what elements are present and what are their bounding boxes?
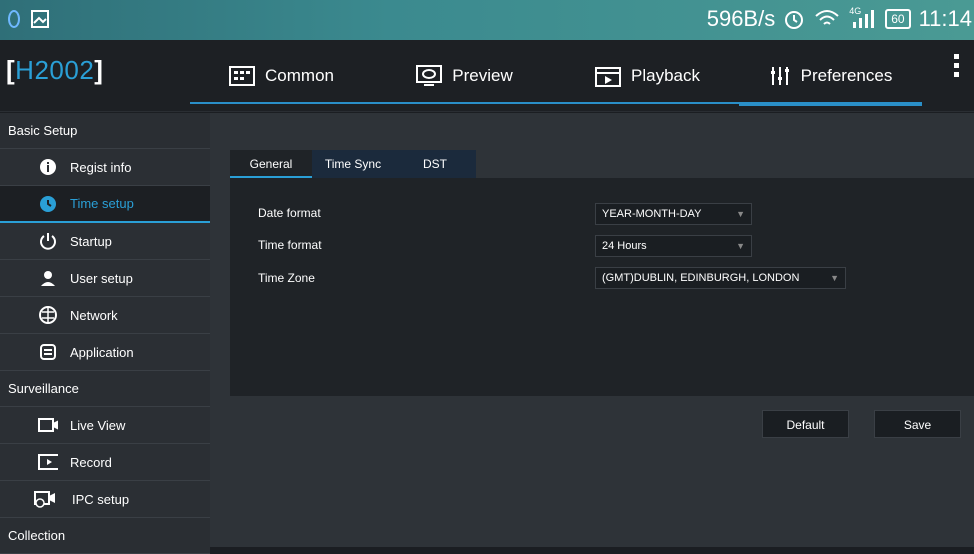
top-navigation: [H2002] Common Preview Playback Preferen…	[0, 40, 974, 112]
section-surveillance: Surveillance	[0, 371, 210, 407]
tab-preferences-label: Preferences	[800, 66, 893, 85]
battery-level: 60	[891, 12, 905, 26]
tab-dst[interactable]: DST	[394, 150, 476, 178]
sidebar-item-application[interactable]: Application	[0, 334, 210, 371]
camera-icon	[38, 415, 58, 435]
date-format-value: YEAR-MONTH-DAY	[602, 208, 702, 220]
sidebar-item-startup[interactable]: Startup	[0, 223, 210, 260]
dropdown-arrow-icon: ▼	[736, 241, 745, 251]
power-icon	[38, 231, 58, 251]
user-icon	[38, 268, 58, 288]
time-format-dropdown[interactable]: 24 Hours ▼	[595, 235, 752, 257]
main-content: General Time Sync DST Date format YEAR-M…	[210, 113, 974, 547]
settings-panel: Date format YEAR-MONTH-DAY ▼ Time format…	[230, 178, 974, 396]
sidebar-item-record[interactable]: Record	[0, 444, 210, 481]
default-button[interactable]: Default	[762, 410, 849, 438]
network-speed: 596B/s	[706, 6, 776, 31]
common-icon	[229, 66, 256, 86]
sidebar-item-live-view[interactable]: Live View	[0, 407, 210, 444]
sidebar-item-time-setup[interactable]: Time setup	[0, 186, 210, 223]
tab-underline	[373, 102, 556, 104]
dropdown-arrow-icon: ▼	[736, 209, 745, 219]
sidebar-item-label: Network	[70, 307, 118, 323]
section-collection: Collection	[0, 518, 210, 554]
tab-playback-label: Playback	[631, 66, 700, 85]
tab-underline	[190, 102, 373, 104]
sidebar-item-network[interactable]: Network	[0, 297, 210, 334]
tab-underline-active	[739, 102, 922, 106]
time-format-label: Time format	[258, 238, 322, 252]
sidebar-item-regist-info[interactable]: Regist info	[0, 149, 210, 186]
sidebar-item-label: Live View	[70, 417, 126, 433]
time-zone-dropdown[interactable]: (GMT)DUBLIN, EDINBURGH, LONDON ▼	[595, 267, 846, 289]
sidebar-item-label: Regist info	[70, 159, 132, 175]
gallery-icon	[31, 10, 49, 28]
tab-common[interactable]: Common	[190, 40, 373, 112]
cell-signal-icon: 4G	[849, 6, 877, 30]
battery-icon: 60	[885, 9, 911, 29]
section-basic-setup: Basic Setup	[0, 113, 210, 149]
network-icon	[38, 305, 58, 325]
tab-common-label: Common	[265, 66, 334, 85]
sidebar-item-label: Application	[70, 344, 134, 360]
tab-time-sync[interactable]: Time Sync	[312, 150, 394, 178]
playback-icon	[595, 67, 621, 87]
tab-preview[interactable]: Preview	[373, 40, 556, 112]
dropdown-arrow-icon: ▼	[830, 273, 839, 283]
sidebar-item-label: IPC setup	[72, 491, 130, 507]
sidebar-item-user-setup[interactable]: User setup	[0, 260, 210, 297]
status-circle-icon	[8, 10, 20, 28]
tab-preferences[interactable]: Preferences	[739, 40, 922, 112]
android-status-bar: 596B/s 4G 60 11:14	[0, 0, 974, 40]
clock-time: 11:14	[918, 6, 972, 31]
ipc-icon	[34, 489, 60, 509]
signal-bars-icon	[853, 10, 875, 28]
date-format-dropdown[interactable]: YEAR-MONTH-DAY ▼	[595, 203, 752, 225]
tab-underline	[556, 102, 739, 104]
info-icon	[38, 157, 58, 177]
time-format-value: 24 Hours	[602, 240, 647, 252]
device-brand: [H2002]	[6, 55, 104, 85]
sidebar-item-ipc-setup[interactable]: IPC setup	[0, 481, 210, 518]
save-button[interactable]: Save	[874, 410, 961, 438]
time-zone-value: (GMT)DUBLIN, EDINBURGH, LONDON	[602, 272, 800, 284]
overflow-menu-icon[interactable]	[954, 54, 960, 77]
application-icon	[38, 342, 58, 362]
time-zone-label: Time Zone	[258, 271, 315, 285]
clock-icon	[38, 194, 58, 214]
tab-general[interactable]: General	[230, 150, 312, 178]
settings-sidebar: Basic Setup Regist info Time setup Start…	[0, 113, 210, 554]
date-format-label: Date format	[258, 206, 321, 220]
tab-preview-label: Preview	[452, 66, 513, 85]
preview-icon	[416, 65, 443, 86]
sidebar-item-label: Startup	[70, 233, 112, 249]
record-icon	[38, 452, 58, 472]
sidebar-item-label: Time setup	[70, 196, 134, 211]
sub-tabs: General Time Sync DST	[230, 150, 476, 178]
alarm-icon	[785, 11, 804, 29]
brand-name: H2002	[15, 55, 95, 85]
sidebar-item-label: User setup	[70, 270, 133, 286]
sidebar-item-label: Record	[70, 454, 112, 470]
wifi-icon	[815, 10, 839, 25]
main-tabs: Common Preview Playback Preferences	[190, 40, 922, 112]
preferences-icon	[770, 67, 789, 85]
tab-playback[interactable]: Playback	[556, 40, 739, 112]
